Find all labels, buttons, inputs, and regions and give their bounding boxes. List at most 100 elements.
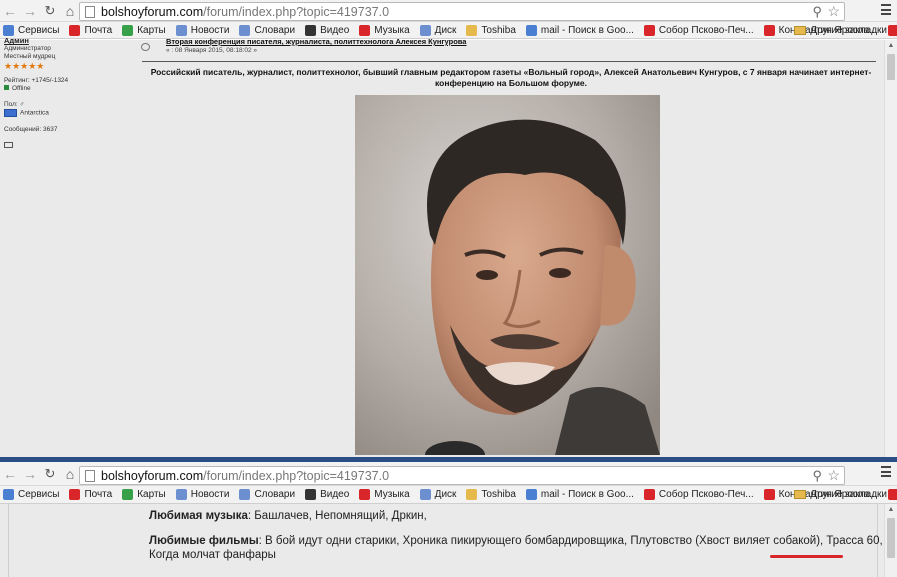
bookmark-item[interactable]: Новости xyxy=(175,489,229,500)
home-button[interactable]: ⌂ xyxy=(60,1,80,21)
back-button[interactable]: ← xyxy=(0,464,20,484)
bookmark-item[interactable]: Собор Псково-Печ... xyxy=(643,24,754,36)
scroll-up-icon[interactable]: ▲ xyxy=(885,504,897,516)
user-role: Администратор xyxy=(4,45,51,52)
video-icon xyxy=(305,24,317,36)
mail-icon xyxy=(69,24,81,36)
folder-icon xyxy=(466,489,478,500)
user-messages: Сообщений: 3637 xyxy=(4,125,58,133)
frame-border xyxy=(8,504,9,577)
bookmark-item[interactable]: Словари xyxy=(239,24,296,36)
back-button[interactable]: ← xyxy=(0,1,20,21)
bookmark-item[interactable]: Rambler.ru xyxy=(887,489,897,500)
bookmark-label: Музыка xyxy=(374,24,410,36)
bookmark-label: Видео xyxy=(320,24,350,36)
scroll-thumb[interactable] xyxy=(887,518,895,558)
address-bar[interactable]: bolshoyforum.com/forum/index.php?topic=4… xyxy=(79,466,845,485)
reload-button[interactable]: ↻ xyxy=(40,464,60,484)
bookmark-item[interactable]: Сервисы xyxy=(3,24,59,36)
url-host: bolshoyforum.com xyxy=(101,468,204,483)
bookmark-label: Почта xyxy=(84,24,113,36)
bookmark-item[interactable]: Видео xyxy=(305,24,350,36)
bookmark-label: Видео xyxy=(320,489,350,500)
pm-mail-icon[interactable] xyxy=(4,141,13,148)
forward-button[interactable]: → xyxy=(20,1,40,21)
page-icon xyxy=(85,5,95,18)
favorite-music: Любимая музыка: Башлачев, Непомнящий, Др… xyxy=(149,509,883,523)
scroll-up-icon[interactable]: ▲ xyxy=(885,40,897,52)
bookmark-item[interactable]: Новости xyxy=(175,24,230,36)
music-icon xyxy=(359,24,371,36)
bookmark-label: Toshiba xyxy=(481,489,516,500)
home-button[interactable]: ⌂ xyxy=(60,464,80,484)
mail-icon xyxy=(69,489,81,500)
user-gender: Пол: ♂ xyxy=(4,101,25,108)
user-name[interactable]: Админ xyxy=(4,37,134,45)
scroll-thumb[interactable] xyxy=(887,54,895,80)
maps-icon xyxy=(122,489,134,500)
bookmark-label: Новости xyxy=(190,24,230,36)
bookmark-item[interactable]: Диск xyxy=(419,489,457,500)
music-icon xyxy=(359,489,371,500)
yandex-icon xyxy=(643,489,655,500)
google-icon xyxy=(525,24,537,36)
url-path: /forum/index.php?topic=419737.0 xyxy=(203,4,390,19)
dictionary-icon xyxy=(239,24,251,36)
author-photo xyxy=(355,95,660,455)
menu-icon[interactable] xyxy=(881,4,891,15)
forward-button[interactable]: → xyxy=(20,464,40,484)
bookmark-label: Сервисы xyxy=(18,489,60,500)
user-profile: Админ Администратор Местный мудрец ★★★★★… xyxy=(4,37,134,151)
bookmark-item[interactable]: Карты xyxy=(122,24,166,36)
bookmark-item[interactable]: Словари xyxy=(239,489,295,500)
bookmark-label: Почта xyxy=(84,489,113,500)
bookmark-item[interactable]: Диск xyxy=(419,24,456,36)
url-host: bolshoyforum.com xyxy=(101,4,204,19)
bookmark-item[interactable]: Сервисы xyxy=(3,489,59,500)
zoom-icon[interactable]: ⚲ xyxy=(812,4,822,20)
bookmark-item[interactable]: Собор Псково-Печ... xyxy=(643,489,754,500)
bookmark-label: Toshiba xyxy=(481,24,516,36)
bookmark-item[interactable]: Карты xyxy=(122,489,166,500)
bookmark-item[interactable]: Почта xyxy=(69,24,113,36)
bookmark-label: Словари xyxy=(254,24,296,36)
scrollbar-bottom[interactable]: ▲ xyxy=(884,504,897,577)
bookmark-label: Диск xyxy=(434,489,457,500)
yandex-icon xyxy=(643,24,655,36)
bookmark-star-icon[interactable]: ☆ xyxy=(827,3,840,20)
favorite-films: Любимые фильмы: В бой идут одни старики,… xyxy=(149,534,883,548)
bookmark-item[interactable]: Почта xyxy=(69,489,112,500)
bookmark-item[interactable]: Видео xyxy=(305,489,349,500)
toolbar: ← → ↻ ⌂ bolshoyforum.com/forum/index.php… xyxy=(0,0,897,22)
bookmark-star-icon[interactable]: ☆ xyxy=(827,467,840,484)
reload-button[interactable]: ↻ xyxy=(40,1,60,21)
music-value: : Башлачев, Непомнящий, Дркин, xyxy=(247,510,427,522)
bookmark-item[interactable]: Toshiba xyxy=(466,24,516,36)
bookmark-item[interactable]: mail - Поиск в Goo... xyxy=(525,489,634,500)
other-bookmarks-label: Другие закладки xyxy=(810,24,887,36)
bookmark-item[interactable]: Музыка xyxy=(359,489,410,500)
folder-icon xyxy=(794,25,807,35)
bookmark-item[interactable]: Toshiba xyxy=(466,489,516,500)
bookmark-label: mail - Поиск в Goo... xyxy=(540,24,634,36)
address-bar[interactable]: bolshoyforum.com/forum/index.php?topic=4… xyxy=(79,2,845,21)
bookmark-item[interactable]: Rambler.ru xyxy=(887,24,897,36)
zoom-icon[interactable]: ⚲ xyxy=(812,468,822,484)
news-icon xyxy=(175,24,187,36)
toolbar: ← → ↻ ⌂ bolshoyforum.com/forum/index.php… xyxy=(0,462,897,486)
yandex-icon xyxy=(887,24,897,36)
other-bookmarks-button[interactable]: Другие закладки xyxy=(794,489,887,500)
bookmark-item[interactable]: mail - Поиск в Goo... xyxy=(525,24,634,36)
yandex-icon xyxy=(763,24,775,36)
red-underline-annotation xyxy=(770,555,843,558)
post-divider xyxy=(142,61,876,62)
scrollbar-top[interactable]: ▲ xyxy=(884,40,897,457)
bookmark-item[interactable]: Музыка xyxy=(359,24,410,36)
page-content: Любимая музыка: Башлачев, Непомнящий, Др… xyxy=(0,504,884,577)
menu-icon[interactable] xyxy=(881,466,891,477)
bookmark-label: Карты xyxy=(137,489,166,500)
post-title[interactable]: Вторая конференция писателя, журналиста,… xyxy=(166,37,466,46)
page-icon xyxy=(85,469,95,482)
other-bookmarks-button[interactable]: Другие закладки xyxy=(794,25,887,36)
disk-icon xyxy=(419,24,431,36)
